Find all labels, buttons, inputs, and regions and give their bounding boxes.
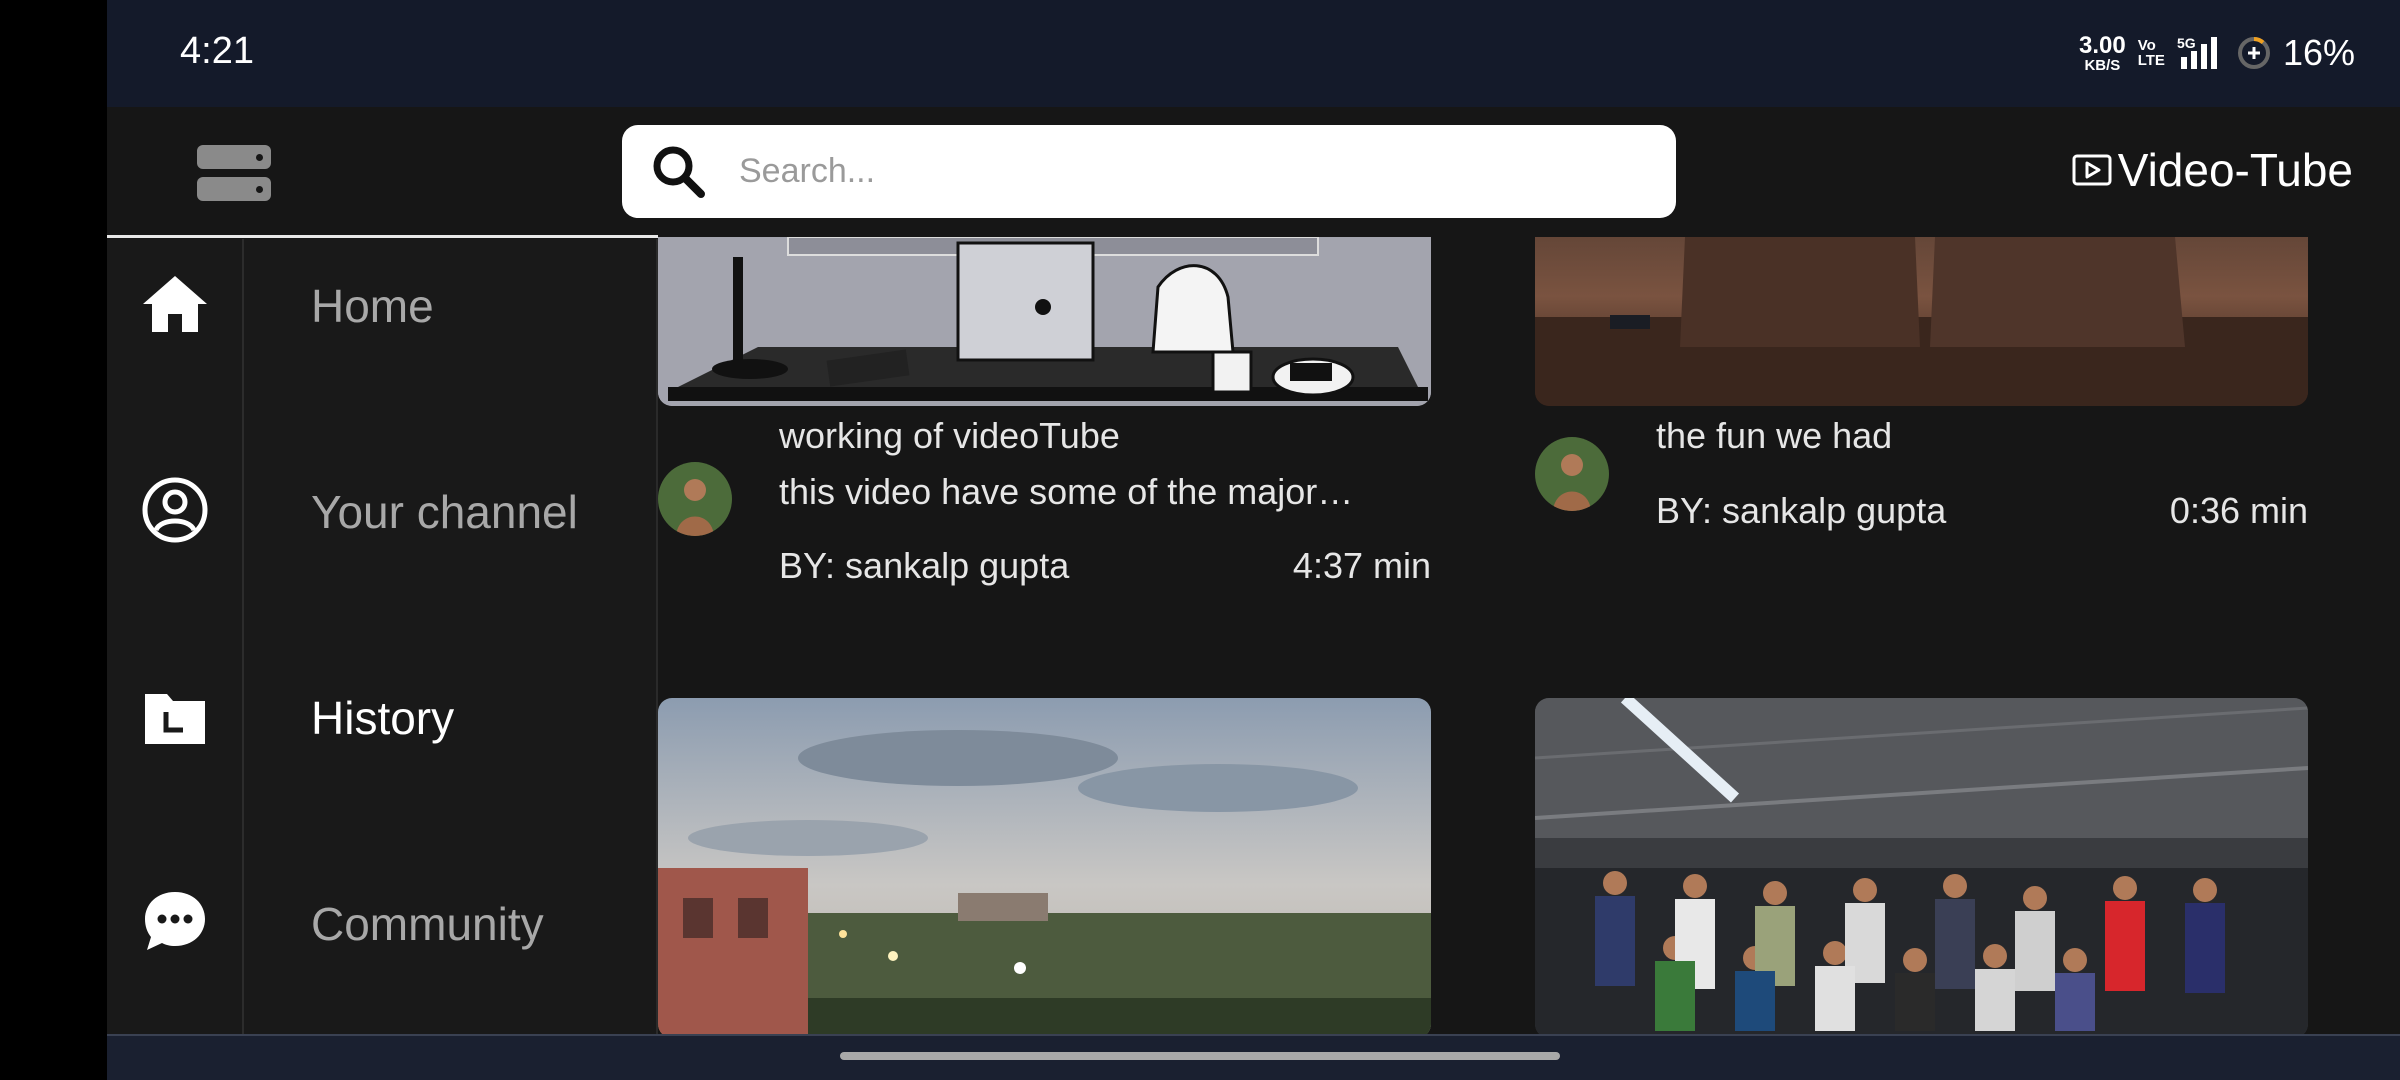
search-icon[interactable] (649, 142, 709, 202)
video-card[interactable] (658, 698, 1431, 1034)
brand-name: Video-Tube (2117, 144, 2353, 196)
sidebar: Home Your channel History Community (107, 239, 658, 1034)
video-play-icon (2072, 154, 2112, 186)
app-bar-divider (107, 235, 658, 238)
battery-percent: 16% (2282, 32, 2355, 73)
video-thumbnail[interactable] (658, 237, 1431, 406)
sidebar-item-label: Home (311, 280, 434, 332)
battery-saver-icon (2237, 37, 2270, 69)
status-time: 4:21 (180, 30, 254, 72)
video-card[interactable]: the fun we had BY: sankalp gupta 0:36 mi… (1535, 237, 2308, 597)
chat-bubble-icon (145, 892, 205, 950)
home-gesture-handle[interactable] (840, 1052, 1560, 1060)
drawer-toggle-icon[interactable] (197, 145, 271, 203)
video-grid: working of videoTube this video have som… (658, 237, 2400, 1034)
sidebar-item-label: History (311, 692, 455, 744)
thumbnail-photo (658, 698, 1431, 1034)
network-speed-unit: KB/S (2084, 56, 2121, 74)
channel-avatar[interactable] (1535, 437, 1609, 511)
video-thumbnail[interactable] (1535, 237, 2308, 406)
signal-strength-icon: 5G (2177, 35, 2225, 71)
channel-avatar[interactable] (658, 462, 732, 536)
video-byline: BY: sankalp gupta (779, 545, 1070, 586)
search-bar[interactable] (622, 125, 1676, 218)
status-bar: 4:21 3.00 KB/S Vo LTE 5G 16% (107, 0, 2400, 107)
thumbnail-photo (1535, 698, 2308, 1034)
video-card[interactable] (1535, 698, 2308, 1034)
search-input[interactable] (739, 152, 1639, 191)
thumbnail-illustration (658, 237, 1431, 406)
app-screen: 4:21 3.00 KB/S Vo LTE 5G 16% Search... V… (107, 0, 2400, 1080)
network-type: 5G (2176, 35, 2196, 51)
video-byline: BY: sankalp gupta (1656, 490, 1947, 531)
video-thumbnail[interactable] (1535, 698, 2308, 1034)
account-circle-icon (142, 477, 208, 543)
volte-top: Vo (2137, 37, 2156, 54)
video-title: the fun we had (1656, 415, 1893, 456)
video-duration: 4:37 min (1292, 545, 1431, 586)
system-navigation-bar (107, 1034, 2400, 1080)
sidebar-item-your-channel[interactable]: Your channel (107, 445, 658, 575)
app-brand: Video-Tube (2072, 143, 2353, 197)
video-title: working of videoTube (779, 415, 1120, 456)
video-thumbnail[interactable] (658, 698, 1431, 1034)
status-indicators: 3.00 KB/S Vo LTE 5G 16% (2079, 28, 2355, 78)
sidebar-item-label: Your channel (311, 486, 578, 538)
video-card[interactable]: working of videoTube this video have som… (658, 237, 1431, 597)
network-speed-value: 3.00 (2079, 31, 2126, 59)
app-bar: Video-Tube (107, 107, 2400, 238)
video-description: this video have some of the major… (779, 471, 1354, 512)
sidebar-item-community[interactable]: Community (107, 857, 658, 987)
sidebar-item-home[interactable]: Home (107, 239, 658, 369)
video-duration: 0:36 min (2169, 490, 2308, 531)
volte-indicator: Vo LTE (2138, 38, 2165, 68)
thumbnail-photo (1535, 237, 2308, 406)
network-speed: 3.00 KB/S (2079, 31, 2126, 74)
volte-bottom: LTE (2137, 52, 2165, 69)
home-icon (143, 276, 207, 332)
sidebar-item-label: Community (311, 898, 544, 950)
sidebar-item-history[interactable]: History (107, 651, 658, 781)
history-folder-icon (145, 694, 205, 744)
